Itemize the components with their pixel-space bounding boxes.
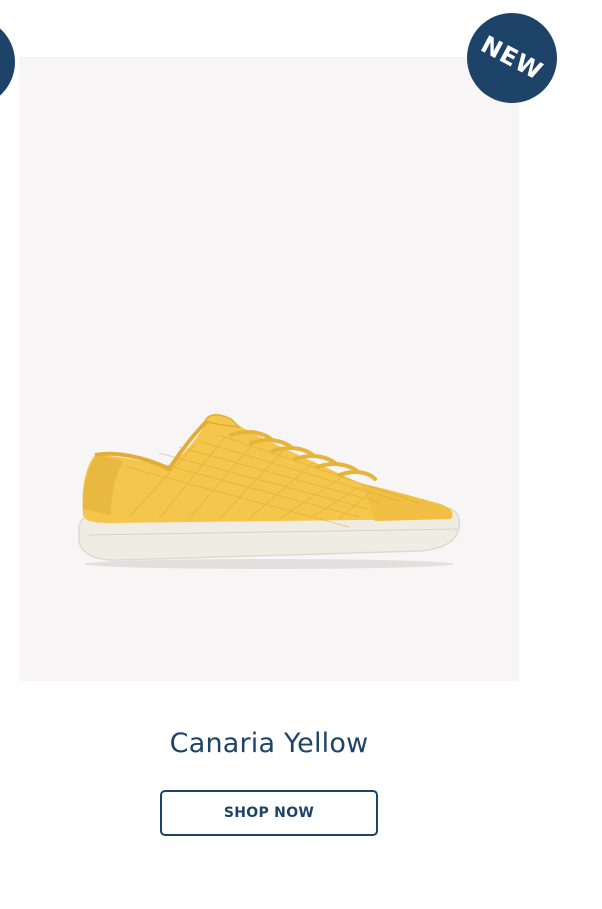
shop-now-button[interactable]: SHOP NOW	[160, 790, 378, 836]
product-carousel-page: NEW Canaria Yellow SHOP NOW	[0, 0, 602, 909]
product-name[interactable]: Canaria Yellow	[0, 728, 538, 759]
sneaker-image	[19, 57, 519, 681]
shoe-shadow	[84, 559, 454, 569]
product-image[interactable]	[19, 57, 519, 681]
new-badge: NEW	[467, 13, 557, 103]
product-card[interactable]	[19, 57, 519, 681]
new-badge-label: NEW	[476, 30, 548, 86]
shop-now-label: SHOP NOW	[223, 805, 315, 821]
image-background	[19, 57, 519, 681]
previous-product-badge	[0, 17, 15, 107]
